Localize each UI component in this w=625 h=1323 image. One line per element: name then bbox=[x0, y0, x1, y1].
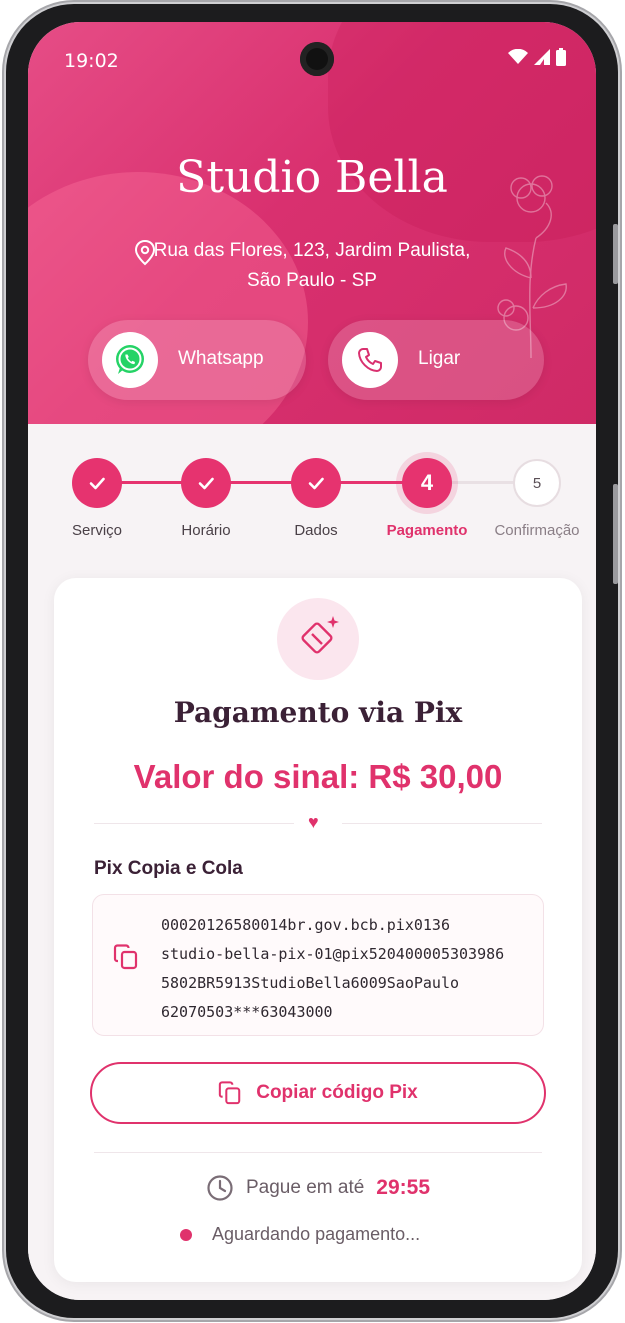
step-pagamento[interactable]: 4 bbox=[402, 458, 452, 508]
header-banner: 19:02 Studio Bella Rua das Flores, 123, … bbox=[28, 22, 596, 424]
deposit-amount: Valor do sinal: R$ 30,00 bbox=[133, 758, 503, 795]
divider bbox=[94, 1152, 542, 1153]
phone-icon bbox=[358, 348, 382, 372]
check-icon bbox=[89, 477, 105, 490]
step-number: 5 bbox=[532, 474, 542, 492]
battery-icon bbox=[556, 48, 566, 66]
booking-content: 4 5 Serviço Horário Dados Pagamento Conf… bbox=[28, 424, 596, 1300]
copy-pix-code-button[interactable]: Copiar código Pix bbox=[90, 1062, 546, 1124]
status-time: 19:02 bbox=[64, 50, 119, 72]
pix-code-line: studio-bella-pix-01@pix520400005303986 bbox=[161, 945, 505, 963]
front-camera bbox=[300, 42, 334, 76]
call-label: Ligar bbox=[418, 348, 461, 369]
copy-icon[interactable] bbox=[113, 943, 139, 971]
step-number: 4 bbox=[420, 470, 434, 495]
address-line-1: Rua das Flores, 123, Jardim Paulista, bbox=[153, 240, 471, 261]
step-dados[interactable] bbox=[291, 458, 341, 508]
pix-code-line: 5802BR5913StudioBella6009SaoPaulo bbox=[161, 974, 460, 992]
address-line-2: São Paulo - SP bbox=[247, 270, 377, 291]
phone-frame: 19:02 Studio Bella Rua das Flores, 123, … bbox=[6, 4, 618, 1318]
status-dot bbox=[180, 1228, 192, 1241]
copy-icon bbox=[219, 1081, 241, 1105]
whatsapp-icon-wrap bbox=[102, 332, 158, 388]
payment-card: Pagamento via Pix Valor do sinal: R$ 30,… bbox=[54, 578, 582, 1282]
system-icons bbox=[508, 48, 566, 66]
booking-stepper: 4 5 Serviço Horário Dados Pagamento Conf… bbox=[28, 424, 596, 564]
heart-icon: ♥ bbox=[308, 812, 319, 832]
call-button[interactable]: Ligar bbox=[328, 320, 544, 400]
waiting-payment-label: Aguardando pagamento... bbox=[212, 1224, 421, 1244]
pix-code-line: 62070503***63043000 bbox=[161, 1003, 333, 1021]
pay-until-label: Pague em até bbox=[245, 1177, 365, 1198]
step-horario[interactable] bbox=[181, 458, 231, 508]
pix-section-label: Pix Copia e Cola bbox=[94, 858, 243, 879]
check-icon bbox=[198, 477, 214, 490]
whatsapp-button[interactable]: Whatsapp bbox=[88, 320, 306, 400]
pix-code-line: 00020126580014br.gov.bcb.pix0136 bbox=[161, 916, 450, 934]
pix-code-box[interactable]: 00020126580014br.gov.bcb.pix0136 studio-b… bbox=[92, 894, 544, 1036]
clock-icon bbox=[207, 1175, 233, 1201]
divider bbox=[342, 823, 542, 824]
step-label: Dados bbox=[294, 522, 338, 539]
payment-title: Pagamento via Pix bbox=[173, 696, 463, 729]
phone-icon-wrap bbox=[342, 332, 398, 388]
step-label-active: Pagamento bbox=[386, 522, 468, 539]
stepper-track-done bbox=[98, 481, 428, 484]
step-label: Confirmação bbox=[494, 522, 580, 539]
countdown-timer: 29:55 bbox=[376, 1176, 431, 1199]
payment-status: Aguardando pagamento... bbox=[180, 1224, 420, 1245]
power-button bbox=[613, 484, 618, 584]
pix-icon-wrap bbox=[277, 598, 359, 680]
step-label: Horário bbox=[181, 522, 231, 539]
signal-icon bbox=[534, 49, 550, 65]
pix-icon bbox=[301, 616, 339, 654]
payment-timer: Pague em até 29:55 bbox=[54, 1174, 582, 1202]
wifi-icon bbox=[508, 49, 528, 64]
volume-button bbox=[613, 224, 618, 284]
status-bar: 19:02 bbox=[28, 22, 596, 94]
pix-code-text: 00020126580014br.gov.bcb.pix0136 studio-b… bbox=[161, 911, 504, 1027]
studio-name: Studio Bella bbox=[176, 152, 448, 203]
screen: 19:02 Studio Bella Rua das Flores, 123, … bbox=[28, 22, 596, 1300]
studio-address: Rua das Flores, 123, Jardim Paulista, Sã… bbox=[28, 236, 596, 296]
step-servico[interactable] bbox=[72, 458, 122, 508]
divider bbox=[94, 823, 294, 824]
copy-button-label: Copiar código Pix bbox=[256, 1082, 418, 1103]
check-icon bbox=[308, 477, 324, 490]
whatsapp-label: Whatsapp bbox=[178, 348, 264, 369]
step-label: Serviço bbox=[71, 522, 123, 539]
whatsapp-icon bbox=[116, 345, 144, 374]
step-confirmacao: 5 bbox=[513, 459, 561, 507]
